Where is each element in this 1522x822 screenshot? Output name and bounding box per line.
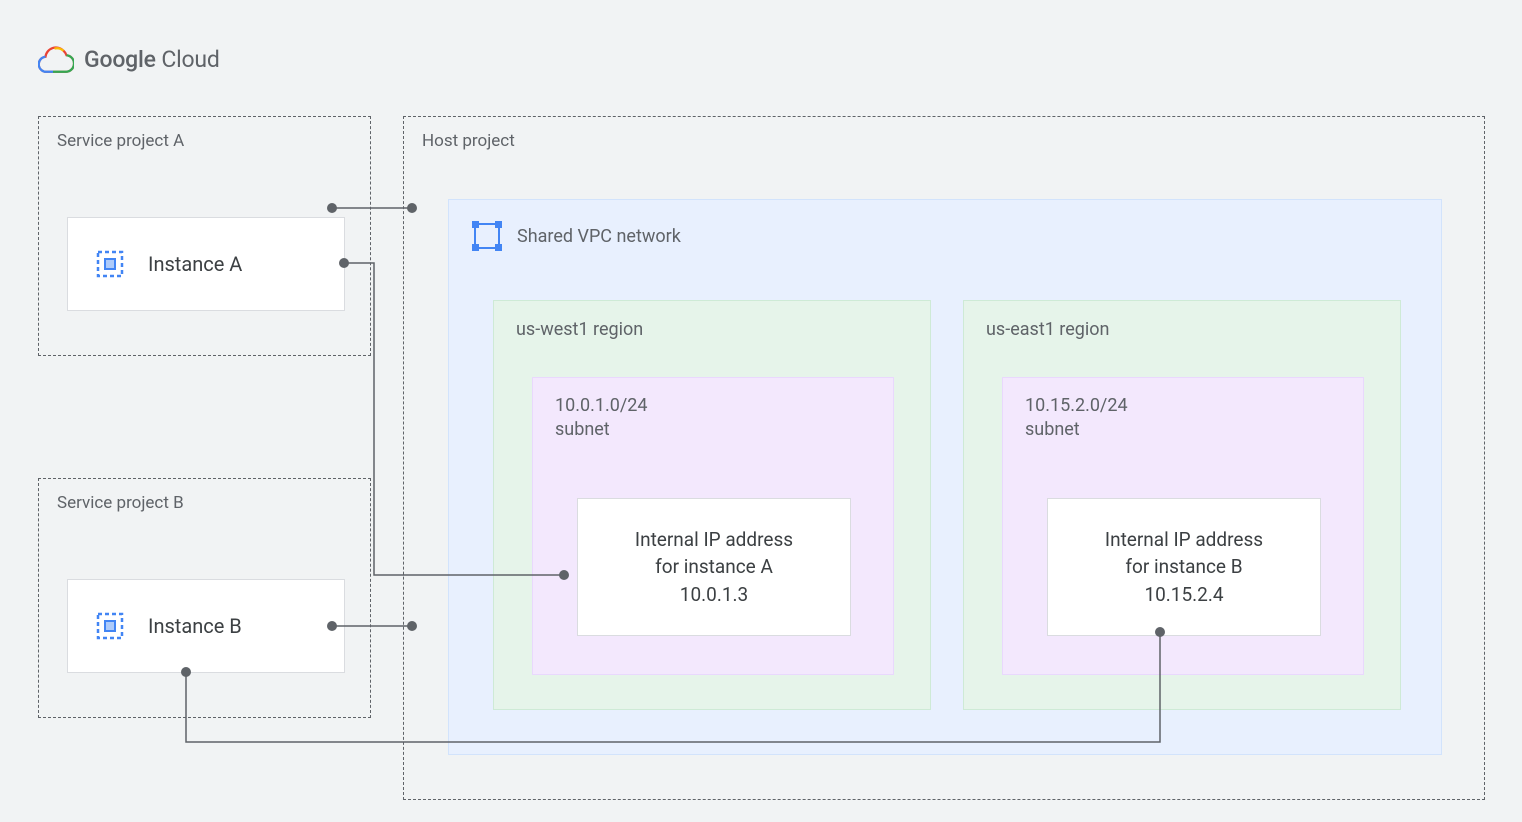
compute-engine-icon	[90, 606, 130, 646]
vpc-network-icon	[471, 220, 503, 252]
service-project-b-label: Service project B	[57, 493, 184, 513]
ip-card-a: Internal IP address for instance A 10.0.…	[577, 498, 851, 636]
subnet-east-word: subnet	[1025, 419, 1080, 440]
service-project-b-box: Service project B Instance B	[38, 478, 371, 718]
shared-vpc-box: Shared VPC network us-west1 region 10.0.…	[448, 199, 1442, 755]
region-west-box: us-west1 region 10.0.1.0/24 subnet Inter…	[493, 300, 931, 710]
compute-engine-icon	[90, 244, 130, 284]
vpc-title: Shared VPC network	[517, 226, 681, 247]
vpc-header: Shared VPC network	[471, 220, 681, 252]
subnet-west-cidr: 10.0.1.0/24	[555, 395, 647, 416]
instance-b-label: Instance B	[148, 614, 242, 638]
region-east-box: us-east1 region 10.15.2.0/24 subnet Inte…	[963, 300, 1401, 710]
instance-a-card: Instance A	[67, 217, 345, 311]
region-west-label: us-west1 region	[516, 319, 643, 340]
ip-b-addr: 10.15.2.4	[1144, 581, 1223, 609]
brand-google: Google	[84, 46, 156, 73]
subnet-east-cidr: 10.15.2.0/24	[1025, 395, 1128, 416]
subnet-west-word: subnet	[555, 419, 610, 440]
service-project-a-label: Service project A	[57, 131, 184, 151]
ip-a-addr: 10.0.1.3	[680, 581, 748, 609]
subnet-west-box: 10.0.1.0/24 subnet Internal IP address f…	[532, 377, 894, 675]
host-project-box: Host project Shared VPC network us-west1…	[403, 116, 1485, 800]
brand-cloud: Cloud	[161, 46, 219, 73]
cloud-icon	[38, 44, 74, 74]
ip-b-for: for instance B	[1125, 553, 1242, 581]
ip-a-for: for instance A	[655, 553, 773, 581]
subnet-east-label: 10.15.2.0/24 subnet	[1025, 394, 1128, 443]
subnet-east-box: 10.15.2.0/24 subnet Internal IP address …	[1002, 377, 1364, 675]
instance-a-label: Instance A	[148, 252, 242, 276]
brand-text: Google Cloud	[84, 46, 220, 73]
ip-b-title: Internal IP address	[1105, 526, 1263, 554]
subnet-west-label: 10.0.1.0/24 subnet	[555, 394, 647, 443]
google-cloud-logo: Google Cloud	[38, 44, 220, 74]
service-project-a-box: Service project A Instance A	[38, 116, 371, 356]
host-project-label: Host project	[422, 131, 515, 151]
ip-a-title: Internal IP address	[635, 526, 793, 554]
region-east-label: us-east1 region	[986, 319, 1109, 340]
ip-card-b: Internal IP address for instance B 10.15…	[1047, 498, 1321, 636]
instance-b-card: Instance B	[67, 579, 345, 673]
